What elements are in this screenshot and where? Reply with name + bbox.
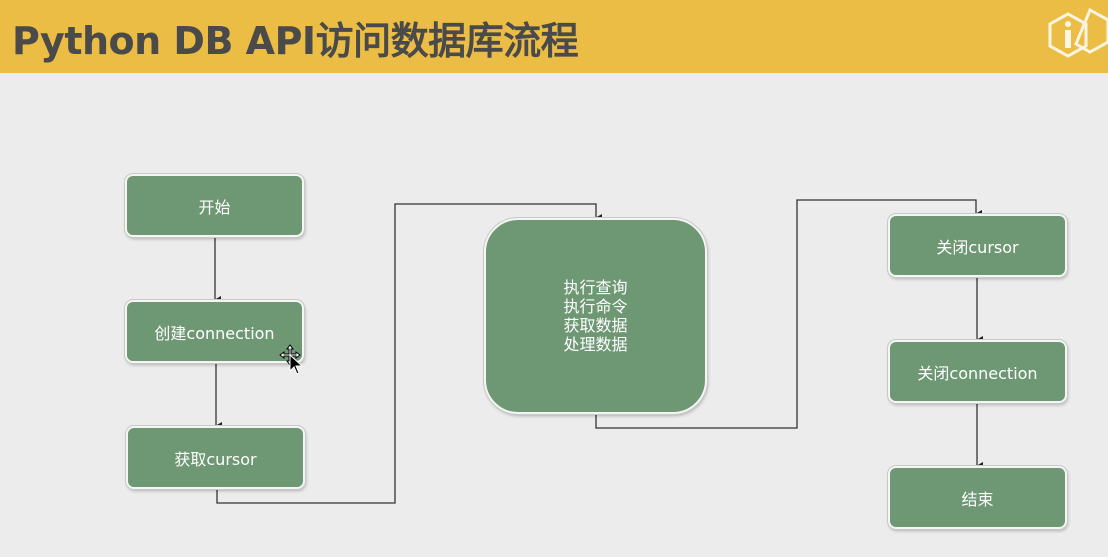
node-end: 结束 xyxy=(888,466,1067,529)
node-get-cursor-label: 获取cursor xyxy=(174,449,257,469)
node-close-connection: 关闭connection xyxy=(888,340,1067,403)
node-start: 开始 xyxy=(125,174,304,237)
mouse-move-cursor-icon xyxy=(279,344,304,375)
node-process-line-3: 获取数据 xyxy=(563,316,628,335)
node-start-label: 开始 xyxy=(198,197,231,217)
node-create-connection-label: 创建connection xyxy=(154,323,275,343)
node-get-cursor: 获取cursor xyxy=(126,426,305,489)
node-close-cursor-label: 关闭cursor xyxy=(936,237,1019,257)
node-process-line-4: 处理数据 xyxy=(563,335,628,354)
node-process-line-2: 执行命令 xyxy=(563,297,628,316)
node-end-label: 结束 xyxy=(961,489,994,509)
node-process: 执行查询 执行命令 获取数据 处理数据 xyxy=(484,218,707,414)
node-process-line-1: 执行查询 xyxy=(563,278,628,297)
node-close-connection-label: 关闭connection xyxy=(917,363,1038,383)
node-close-cursor: 关闭cursor xyxy=(888,214,1067,277)
